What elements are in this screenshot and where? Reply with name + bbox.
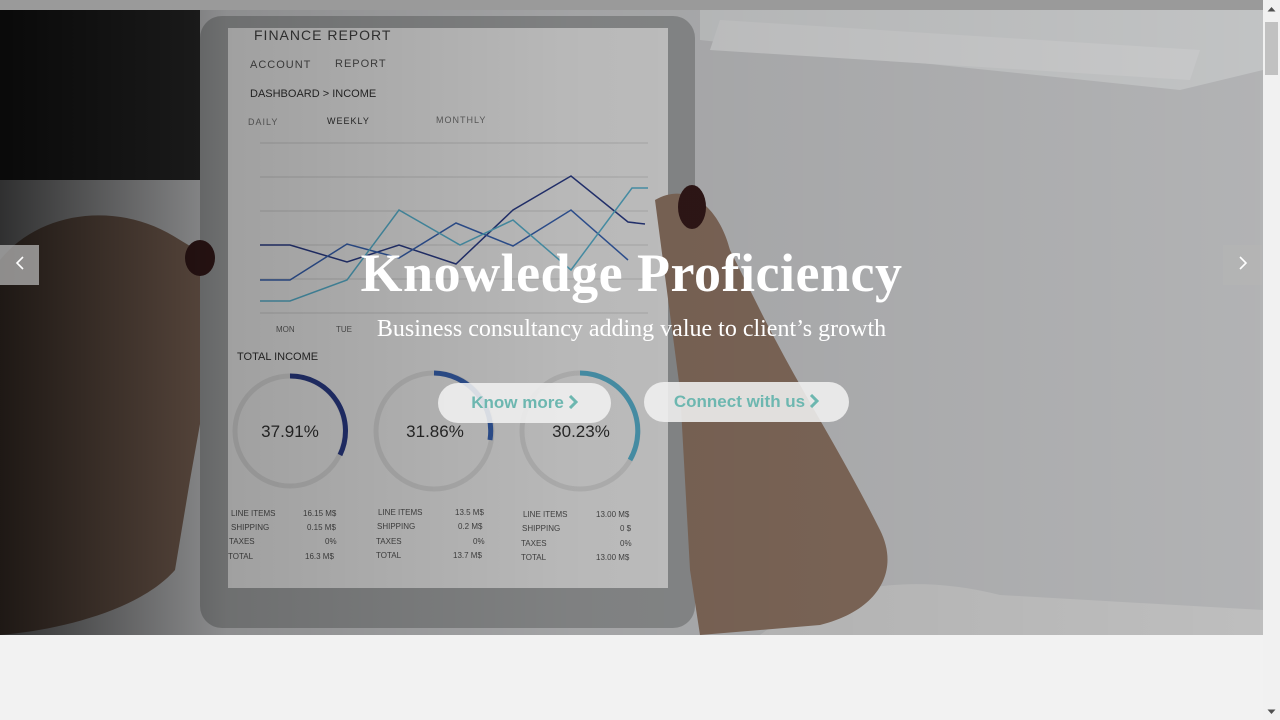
slider-prev-button[interactable] [0,245,39,285]
vertical-scrollbar[interactable] [1263,0,1280,720]
slider-next-button[interactable] [1223,245,1262,285]
chevron-right-icon [1237,255,1249,276]
scroll-down-icon[interactable] [1263,703,1280,720]
page-content-area [0,635,1263,720]
connect-with-us-button[interactable]: Connect with us [644,382,849,422]
know-more-button[interactable]: Know more [438,383,611,423]
scroll-up-icon[interactable] [1263,0,1280,17]
know-more-label: Know more [471,393,564,412]
hero-slider: FINANCE REPORT ACCOUNT REPORT DASHBOARD … [0,10,1263,635]
chevron-right-icon [568,393,578,414]
hero-title: Knowledge Proficiency [360,243,903,303]
chevron-right-icon [809,392,820,413]
chevron-left-icon [14,255,26,276]
top-bar [0,0,1263,10]
hero-subtitle: Business consultancy adding value to cli… [376,316,887,342]
scrollbar-thumb[interactable] [1265,22,1278,75]
connect-label: Connect with us [673,392,806,411]
